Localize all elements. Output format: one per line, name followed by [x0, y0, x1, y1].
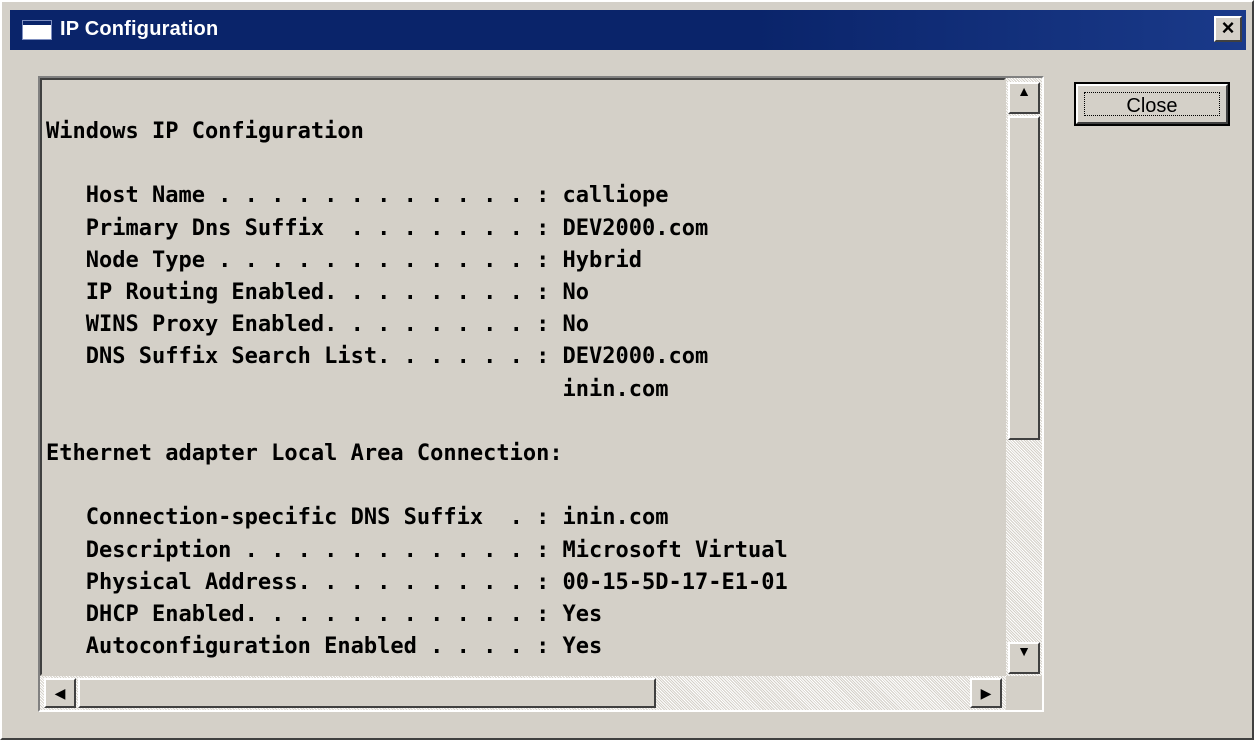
scroll-up-button[interactable]: ▲ [1008, 82, 1040, 114]
console-line: inin.com [46, 376, 669, 402]
window-title: IP Configuration [60, 18, 219, 40]
console-line: Primary Dns Suffix . . . . . . . : DEV20… [46, 215, 709, 241]
arrow-left-icon: ◀ [54, 685, 66, 701]
close-button[interactable]: Close [1074, 82, 1230, 126]
console-line: Connection-specific DNS Suffix . : inin.… [46, 505, 669, 531]
console-line: Host Name . . . . . . . . . . . . : call… [46, 183, 669, 209]
close-icon[interactable]: × [1214, 16, 1242, 42]
close-button-bevel: Close [1076, 84, 1228, 124]
scroll-left-button[interactable]: ◀ [44, 678, 76, 708]
console-line: Ethernet adapter Local Area Connection: [46, 441, 563, 467]
console-line: WINS Proxy Enabled. . . . . . . . : No [46, 312, 590, 338]
scroll-down-button[interactable]: ▼ [1008, 642, 1040, 674]
console-output[interactable]: Windows IP Configuration Host Name . . .… [42, 80, 1004, 663]
console-line: Node Type . . . . . . . . . . . . : Hybr… [46, 247, 643, 273]
arrow-right-icon: ▶ [980, 685, 992, 701]
vertical-scrollbar[interactable]: ▲ ▼ [1006, 78, 1042, 676]
console-line: DNS Suffix Search List. . . . . . : DEV2… [46, 344, 709, 370]
horizontal-scroll-thumb[interactable] [78, 678, 656, 708]
arrow-down-icon: ▼ [1017, 643, 1031, 659]
ip-configuration-dialog: IP Configuration × Windows IP Configurat… [0, 0, 1254, 740]
close-button-label: Close [1084, 92, 1220, 117]
arrow-up-icon: ▲ [1017, 83, 1031, 99]
console-line: DHCP Enabled. . . . . . . . . . . : Yes [46, 602, 603, 628]
output-text-area[interactable]: Windows IP Configuration Host Name . . .… [38, 76, 1044, 712]
console-line: Windows IP Configuration [46, 119, 364, 144]
output-viewport[interactable]: Windows IP Configuration Host Name . . .… [40, 78, 1006, 676]
horizontal-scrollbar[interactable]: ◀ ▶ [40, 676, 1006, 710]
vertical-scroll-thumb[interactable] [1008, 116, 1040, 440]
scroll-right-button[interactable]: ▶ [970, 678, 1002, 708]
title-bar[interactable]: IP Configuration × [10, 10, 1246, 50]
console-line: Description . . . . . . . . . . . : Micr… [46, 537, 788, 563]
console-line: IP Routing Enabled. . . . . . . . : No [46, 280, 590, 306]
console-line: Autoconfiguration Enabled . . . . : Yes [46, 634, 603, 660]
console-line: Physical Address. . . . . . . . . : 00-1… [46, 569, 788, 595]
window-icon [22, 20, 52, 40]
scrollbar-corner [1006, 676, 1042, 710]
